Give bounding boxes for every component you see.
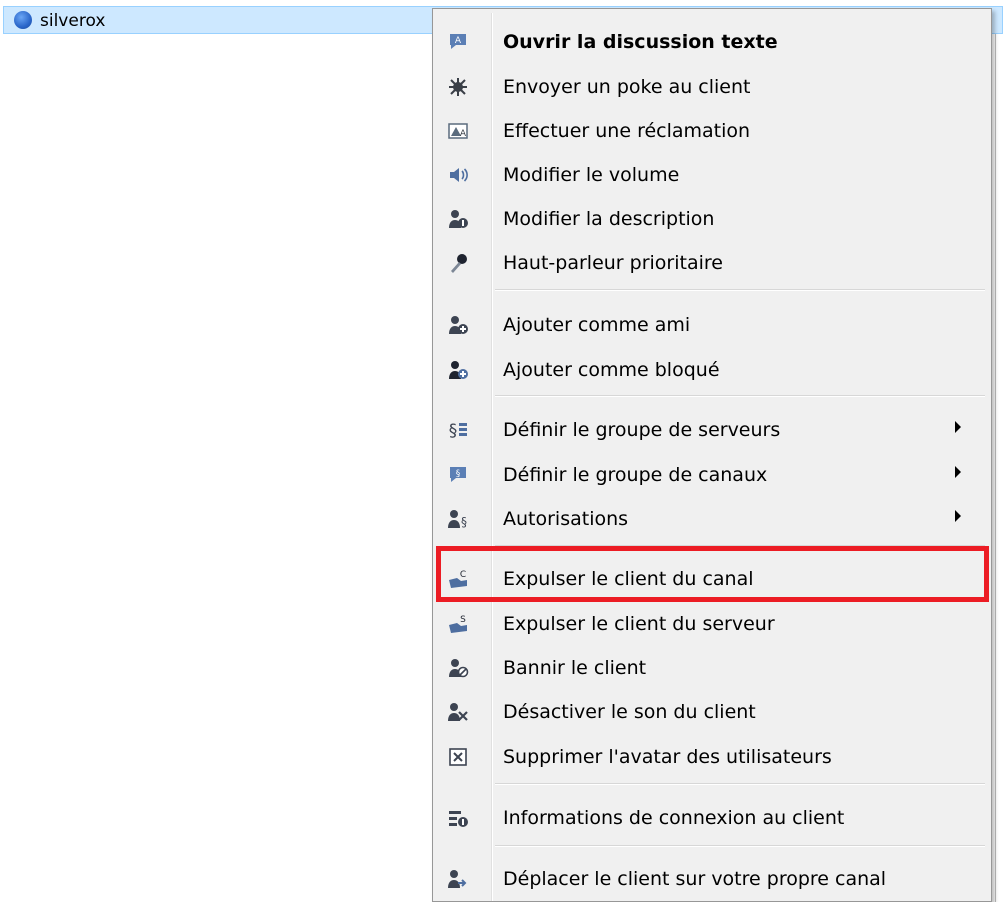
add-friend-icon	[447, 314, 469, 336]
add-blocked-icon	[447, 359, 469, 381]
microphone-icon	[447, 252, 469, 274]
submenu-arrow-icon	[955, 510, 961, 522]
menu-item-kick-server[interactable]: S Expulser le client du serveur	[435, 604, 989, 644]
page: silverox A Ouvrir la discussion texte En…	[0, 0, 1003, 902]
menu-item-volume[interactable]: Modifier le volume	[435, 155, 989, 195]
tree-user-name: silverox	[40, 11, 106, 31]
svg-text:A: A	[455, 36, 462, 46]
menu-item-label: Ajouter comme ami	[503, 314, 691, 336]
menu-item-label: Déplacer le client sur votre propre cana…	[503, 868, 887, 890]
context-menu: A Ouvrir la discussion texte Envoyer un …	[432, 8, 992, 902]
svg-text:§: §	[456, 469, 461, 479]
menu-item-permissions[interactable]: § Autorisations	[435, 499, 989, 539]
menu-item-label: Supprimer l'avatar des utilisateurs	[503, 746, 832, 768]
menu-item-label: Haut-parleur prioritaire	[503, 252, 723, 274]
menu-separator	[495, 783, 985, 785]
menu-item-label: Effectuer une réclamation	[503, 120, 751, 142]
menu-separator	[495, 395, 985, 397]
ban-icon	[447, 657, 469, 679]
menu-item-server-group[interactable]: § Définir le groupe de serveurs	[435, 410, 989, 450]
poke-icon	[447, 76, 469, 98]
channel-group-icon: §	[447, 464, 469, 486]
menu-item-move-client[interactable]: Déplacer le client sur votre propre cana…	[435, 859, 989, 899]
user-status-icon	[14, 11, 32, 29]
menu-item-add-blocked[interactable]: Ajouter comme bloqué	[435, 350, 989, 390]
kick-server-icon: S	[447, 613, 469, 635]
menu-item-mute-client[interactable]: Désactiver le son du client	[435, 692, 989, 732]
menu-item-label: Modifier la description	[503, 208, 715, 230]
menu-item-label: Modifier le volume	[503, 164, 680, 186]
tree-edge-line	[995, 34, 996, 902]
menu-item-label: Autorisations	[503, 508, 629, 530]
menu-item-label: Ouvrir la discussion texte	[503, 31, 778, 53]
menu-item-label: Envoyer un poke au client	[503, 76, 751, 98]
mute-client-icon	[447, 701, 469, 723]
svg-text:A: A	[460, 129, 467, 139]
delete-avatar-icon	[447, 746, 469, 768]
svg-text:§: §	[461, 515, 467, 529]
menu-item-label: Désactiver le son du client	[503, 701, 756, 723]
menu-item-complaint[interactable]: A Effectuer une réclamation	[435, 111, 989, 151]
svg-text:§: §	[449, 421, 458, 441]
menu-item-add-friend[interactable]: Ajouter comme ami	[435, 305, 989, 345]
menu-item-label: Informations de connexion au client	[503, 807, 845, 829]
menu-item-label: Bannir le client	[503, 657, 647, 679]
menu-item-ban[interactable]: Bannir le client	[435, 648, 989, 688]
move-client-icon	[447, 868, 469, 890]
permissions-icon: §	[447, 508, 469, 530]
submenu-arrow-icon	[955, 421, 961, 433]
menu-item-label: Définir le groupe de serveurs	[503, 419, 781, 441]
volume-icon	[447, 164, 469, 186]
highlight-annotation-box	[436, 546, 989, 602]
submenu-arrow-icon	[955, 466, 961, 478]
menu-item-priority-speaker[interactable]: Haut-parleur prioritaire	[435, 243, 989, 283]
menu-item-description[interactable]: Modifier la description	[435, 199, 989, 239]
menu-item-poke[interactable]: Envoyer un poke au client	[435, 67, 989, 107]
menu-item-open-chat[interactable]: A Ouvrir la discussion texte	[435, 22, 989, 62]
menu-item-label: Ajouter comme bloqué	[503, 359, 720, 381]
menu-item-channel-group[interactable]: § Définir le groupe de canaux	[435, 455, 989, 495]
complaint-icon: A	[447, 120, 469, 142]
chat-bubble-icon: A	[447, 31, 469, 53]
menu-separator	[495, 845, 985, 847]
menu-item-connection-info[interactable]: Informations de connexion au client	[435, 798, 989, 838]
menu-item-delete-avatar[interactable]: Supprimer l'avatar des utilisateurs	[435, 737, 989, 777]
menu-separator	[495, 289, 985, 291]
menu-item-label: Définir le groupe de canaux	[503, 464, 768, 486]
svg-text:S: S	[460, 615, 466, 625]
server-group-icon: §	[447, 419, 469, 441]
connection-info-icon	[447, 807, 469, 829]
user-description-icon	[447, 208, 469, 230]
menu-item-label: Expulser le client du serveur	[503, 613, 775, 635]
